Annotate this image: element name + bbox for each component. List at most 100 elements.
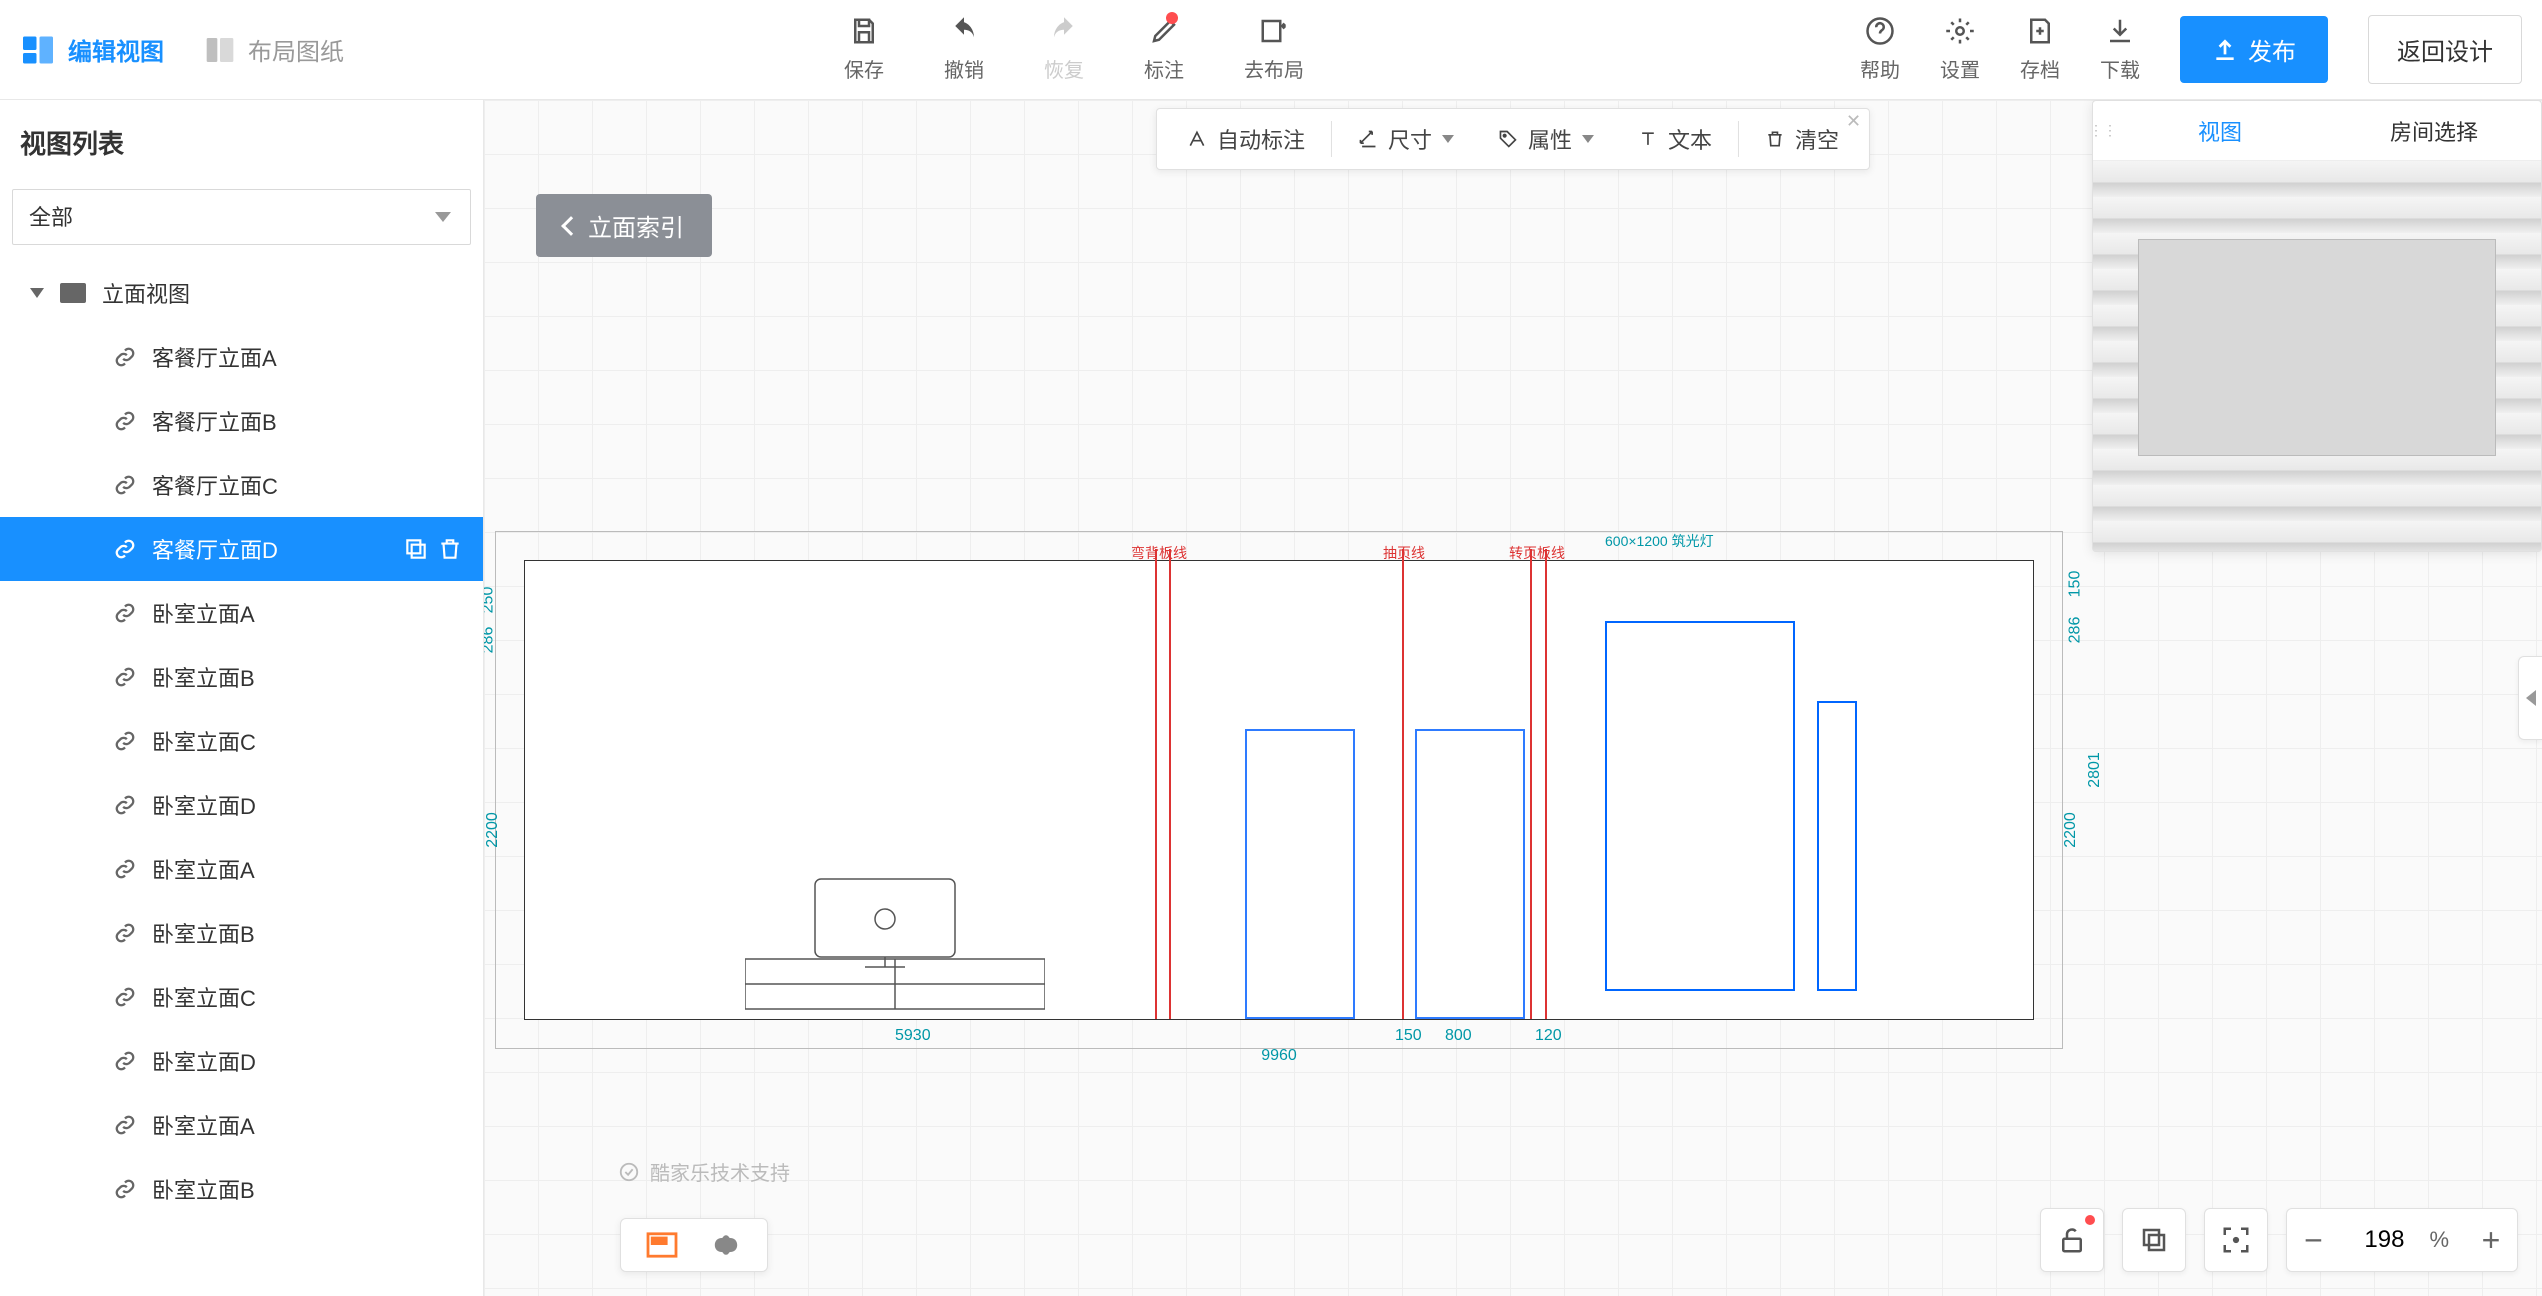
filter-select-wrap: 全部 (12, 189, 471, 245)
tree-item[interactable]: 客餐厅立面C (0, 453, 483, 517)
link-icon (114, 922, 136, 944)
auto-annotate-icon (1187, 129, 1207, 149)
delete-icon[interactable] (437, 536, 463, 562)
panel-outline (1817, 701, 1857, 991)
redo-icon (1049, 16, 1079, 46)
sidebar: 视图列表 全部 立面视图 客餐厅立面A客餐厅立面B客餐厅立面C客餐厅立面D 卧室立… (0, 100, 484, 1296)
tree-item[interactable]: 卧室立面B (0, 1157, 483, 1221)
settings-button[interactable]: 设置 (1940, 16, 1980, 83)
tv-console (745, 819, 1045, 1019)
tree-item-label: 卧室立面D (152, 789, 256, 821)
fit-icon (2221, 1225, 2251, 1255)
tree-item[interactable]: 卧室立面A (0, 837, 483, 901)
back-label: 返回设计 (2397, 39, 2493, 66)
back-to-design-button[interactable]: 返回设计 (2368, 15, 2522, 84)
preview-3d-image[interactable] (2093, 161, 2541, 551)
layout-icon (204, 34, 236, 66)
construction-line (1530, 549, 1532, 1019)
auto-annotate-button[interactable]: 自动标注 (1169, 109, 1323, 169)
dim: 120 (1535, 1027, 1562, 1045)
preview-tab-view[interactable]: 视图 (2113, 101, 2327, 160)
edit-view-mode-button[interactable]: 编辑视图 (20, 32, 164, 68)
filter-select[interactable]: 全部 (12, 189, 471, 245)
link-icon (114, 602, 136, 624)
tree-item[interactable]: 客餐厅立面A (0, 325, 483, 389)
lock-open-icon (2057, 1225, 2087, 1255)
dim: 2801 (2086, 752, 2104, 788)
back-to-index-button[interactable]: 立面索引 (536, 194, 712, 257)
page-icon[interactable] (645, 1231, 679, 1259)
close-annotate-bar[interactable]: ✕ (1846, 111, 1861, 132)
lock-button[interactable] (2040, 1208, 2104, 1272)
tree-group-elevation[interactable]: 立面视图 (0, 261, 483, 325)
link-icon (114, 730, 136, 752)
attr-annotate-button[interactable]: 属性 (1480, 109, 1612, 169)
drag-handle-icon[interactable]: ⋮⋮ (2093, 101, 2113, 160)
clear-label: 清空 (1795, 123, 1839, 155)
download-button[interactable]: 下载 (2100, 16, 2140, 83)
save-button[interactable]: 保存 (844, 16, 884, 83)
help-button[interactable]: 帮助 (1860, 16, 1900, 83)
tree-item[interactable]: 卧室立面A (0, 581, 483, 645)
tree-item[interactable]: 卧室立面C (0, 965, 483, 1029)
tag-icon (1498, 129, 1518, 149)
layers-button[interactable] (2122, 1208, 2186, 1272)
tree-item[interactable]: 卧室立面A (0, 1093, 483, 1157)
divider (1738, 121, 1739, 157)
publish-button[interactable]: 发布 (2180, 16, 2328, 83)
redo-button[interactable]: 恢复 (1044, 16, 1084, 83)
construction-line (1155, 549, 1157, 1019)
chevron-down-icon (1442, 135, 1454, 143)
construction-line (1169, 549, 1171, 1019)
layout-drawing-button[interactable]: 布局图纸 (204, 32, 344, 67)
caret-down-icon (30, 288, 44, 298)
dimension-icon (1358, 129, 1378, 149)
size-annotate-button[interactable]: 尺寸 (1340, 109, 1472, 169)
zoom-out-button[interactable]: − (2287, 1222, 2339, 1259)
link-icon (114, 538, 136, 560)
topbar-right: 帮助 设置 存档 下载 发布 返回设计 (1860, 15, 2522, 84)
archive-button[interactable]: 存档 (2020, 16, 2060, 83)
zoom-in-button[interactable]: + (2465, 1222, 2517, 1259)
teal-annot: 600×1200 筑光灯 (1605, 531, 1714, 551)
tree-item[interactable]: 卧室立面B (0, 901, 483, 965)
red-annot: 弯背板线 (1131, 543, 1187, 563)
gear-icon (1945, 16, 1975, 46)
save-label: 保存 (844, 54, 884, 83)
annotate-button[interactable]: 标注 (1144, 16, 1184, 83)
elevation-drawing[interactable]: 弯背板线 抽页线 转页板线 600×1200 筑光灯 9960 5930 150… (524, 560, 2034, 1020)
canvas[interactable]: 立面索引 自动标注 尺寸 属性 文本 清空 ✕ (484, 100, 2542, 1296)
link-icon (114, 410, 136, 432)
topbar-center: 保存 撤销 恢复 标注 去布局 (844, 16, 1304, 83)
topbar-left: 编辑视图 布局图纸 (20, 32, 344, 68)
tree-item[interactable]: 客餐厅立面B (0, 389, 483, 453)
annotate-toolbar: 自动标注 尺寸 属性 文本 清空 ✕ (1156, 108, 1870, 170)
red-annot: 抽页线 (1383, 543, 1425, 563)
fit-button[interactable] (2204, 1208, 2268, 1272)
text-annotate-button[interactable]: 文本 (1620, 109, 1730, 169)
bottom-left-toolbar (620, 1218, 768, 1272)
tree-item[interactable]: 卧室立面D (0, 1029, 483, 1093)
sidebar-title: 视图列表 (0, 100, 483, 185)
zoom-value-input[interactable] (2339, 1226, 2429, 1254)
collapse-right-handle[interactable] (2518, 656, 2542, 740)
copy-icon[interactable] (403, 536, 429, 562)
edit-view-label: 编辑视图 (68, 32, 164, 67)
layout-label: 布局图纸 (248, 32, 344, 67)
auto-annotate-label: 自动标注 (1217, 123, 1305, 155)
preview-tab-room[interactable]: 房间选择 (2327, 101, 2541, 160)
size-label: 尺寸 (1388, 123, 1432, 155)
link-icon (114, 1050, 136, 1072)
tree-item[interactable]: 卧室立面B (0, 645, 483, 709)
door (1415, 729, 1525, 1019)
tree-item-label: 卧室立面A (152, 597, 255, 629)
red-annot: 转页板线 (1509, 543, 1565, 563)
undo-button[interactable]: 撤销 (944, 16, 984, 83)
tree-item[interactable]: 卧室立面C (0, 709, 483, 773)
tree-item[interactable]: 卧室立面D (0, 773, 483, 837)
clear-annotate-button[interactable]: 清空 (1747, 109, 1857, 169)
to-layout-label: 去布局 (1244, 54, 1304, 83)
to-layout-button[interactable]: 去布局 (1244, 16, 1304, 83)
puzzle-icon[interactable] (709, 1231, 743, 1259)
tree-item[interactable]: 客餐厅立面D (0, 517, 483, 581)
